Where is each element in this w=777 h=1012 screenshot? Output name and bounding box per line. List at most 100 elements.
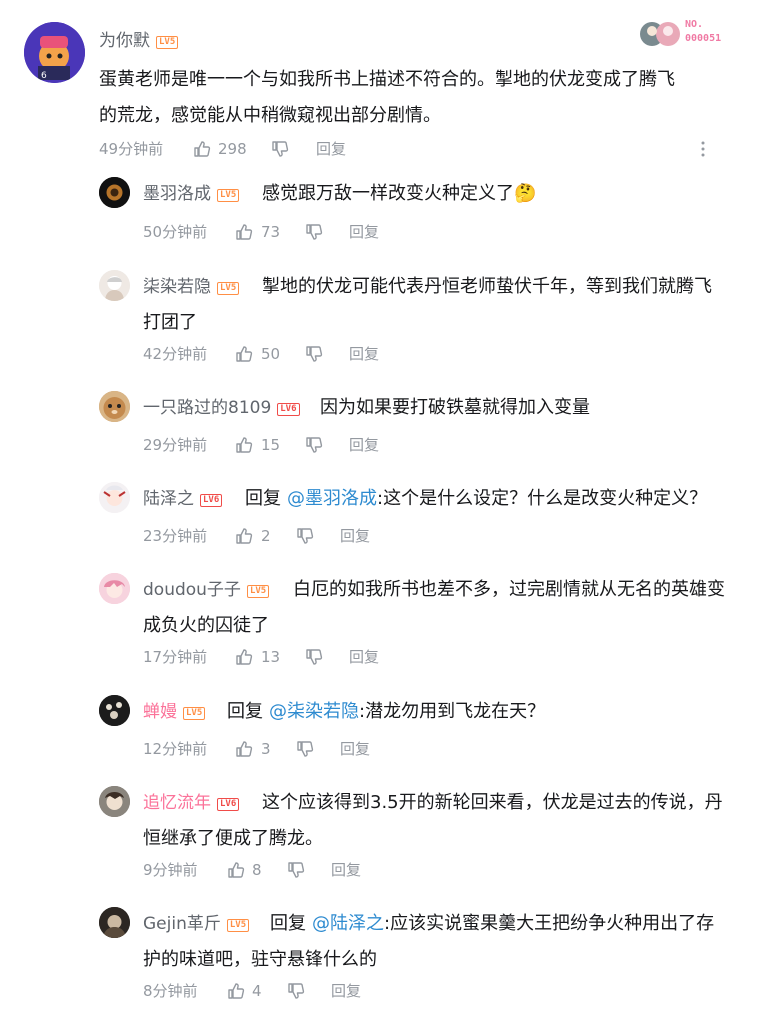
dislike-icon[interactable] [271, 140, 289, 158]
avatar[interactable] [99, 270, 130, 301]
reply-button[interactable]: 回复 [349, 343, 379, 365]
reply-button[interactable]: 回复 [340, 738, 370, 760]
reply-button[interactable]: 回复 [316, 138, 346, 160]
avatar-image [99, 177, 130, 208]
username-text[interactable]: 蝉嫚 [143, 702, 177, 722]
avatar[interactable] [99, 391, 130, 422]
fan-badge-number: 000051 [685, 33, 722, 44]
reply-text: 回复 @墨羽洛成:这个是什么设定？什么是改变火种定义？ [245, 481, 755, 517]
svg-text:6: 6 [41, 71, 47, 81]
comment-meta: 49分钟前 298 回复 [99, 138, 739, 160]
like-icon[interactable] [227, 861, 245, 879]
reply-username[interactable]: 墨羽洛成 LV5 [143, 183, 240, 205]
avatar[interactable] [99, 907, 130, 938]
dislike-icon[interactable] [296, 740, 314, 758]
dislike-icon[interactable] [287, 982, 305, 1000]
reply-button[interactable]: 回复 [331, 980, 361, 1002]
username-text[interactable]: 陆泽之 [143, 489, 194, 509]
reply-text-content: :应该实说蜜果羹大王把纷争火种用出了存 [384, 913, 715, 934]
reply-button[interactable]: 回复 [340, 525, 370, 547]
level-badge: LV5 [156, 36, 179, 49]
username-text[interactable]: 墨羽洛成 [143, 184, 211, 204]
like-icon[interactable] [235, 648, 253, 666]
like-icon[interactable] [235, 740, 253, 758]
dislike-icon[interactable] [296, 527, 314, 545]
avatar-image [99, 270, 130, 301]
reply-text-content: 因为如果要打破铁墓就得加入变量 [320, 397, 590, 418]
reply-text: 因为如果要打破铁墓就得加入变量 [320, 390, 750, 426]
username[interactable]: 为你默 LV5 [99, 30, 179, 52]
username-text[interactable]: 为你默 [99, 31, 150, 51]
like-icon[interactable] [235, 345, 253, 363]
like-icon[interactable] [235, 436, 253, 454]
reply-text: 白厄的如我所书也差不多，过完剧情就从无名的英雄变 成负火的囚徒了 [143, 572, 753, 644]
reply-text-line: 白厄的如我所书也差不多，过完剧情就从无名的英雄变 [293, 579, 725, 600]
reply-meta: 23分钟前 2 回复 [143, 525, 443, 547]
reply-text-line: 这个应该得到3.5开的新轮回来看，伏龙是过去的传说，丹 [262, 792, 723, 813]
like-icon[interactable] [227, 982, 245, 1000]
reply-text-content: 感觉跟万敌一样改变火种定义了🤔 [262, 183, 537, 204]
reply-username[interactable]: 一只路过的8109 LV6 [143, 397, 300, 419]
like-icon[interactable] [235, 527, 253, 545]
reply-text-content: :这个是什么设定？什么是改变火种定义？ [377, 488, 708, 509]
like-count: 50 [261, 345, 281, 363]
comment-text: 蛋黄老师是唯一一个与如我所书上描述不符合的。掣地的伏龙变成了腾飞 的荒龙，感觉能… [99, 62, 759, 134]
timestamp: 50分钟前 [143, 223, 208, 241]
avatar[interactable] [99, 786, 130, 817]
like-count: 73 [261, 223, 281, 241]
timestamp: 29分钟前 [143, 436, 208, 454]
reply-text-line: 护的味道吧，驻守悬锋什么的 [143, 949, 377, 970]
reply-text-line: 打团了 [143, 312, 197, 333]
avatar[interactable] [99, 482, 130, 513]
reply-meta: 9分钟前 8 回复 [143, 859, 443, 881]
reply-button[interactable]: 回复 [349, 646, 379, 668]
like-count: 298 [218, 140, 247, 158]
mention-link[interactable]: @柒染若隐 [269, 701, 359, 722]
dislike-icon[interactable] [305, 345, 323, 363]
level-badge: LV6 [200, 494, 223, 507]
dislike-icon[interactable] [287, 861, 305, 879]
like-count: 15 [261, 436, 281, 454]
reply-meta: 17分钟前 13 回复 [143, 646, 443, 668]
timestamp: 23分钟前 [143, 527, 208, 545]
reply-text-line: 掣地的伏龙可能代表丹恒老师蛰伏千年，等到我们就腾飞 [262, 276, 712, 297]
timestamp: 9分钟前 [143, 861, 198, 879]
timestamp: 49分钟前 [99, 140, 164, 158]
fan-badge-icon [640, 22, 680, 46]
comment-text-line: 的荒龙，感觉能从中稍微窥视出部分剧情。 [99, 105, 441, 126]
avatar[interactable]: 6 [24, 22, 85, 83]
dislike-icon[interactable] [305, 648, 323, 666]
like-icon[interactable] [193, 140, 211, 158]
timestamp: 42分钟前 [143, 345, 208, 363]
reply-text-content: :潜龙勿用到飞龙在天？ [359, 701, 546, 722]
level-badge: LV6 [277, 403, 300, 416]
level-badge: LV5 [217, 189, 240, 202]
reply-text-line: 回复 @陆泽之:应该实说蜜果羹大王把纷争火种用出了存 [143, 906, 753, 942]
reply-meta: 42分钟前 50 回复 [143, 343, 443, 365]
mention-link[interactable]: @墨羽洛成 [287, 488, 377, 509]
like-count: 8 [252, 861, 262, 879]
reply-text: 掣地的伏龙可能代表丹恒老师蛰伏千年，等到我们就腾飞 打团了 [143, 269, 753, 341]
like-icon[interactable] [235, 223, 253, 241]
reply-text-line: 成负火的囚徒了 [143, 615, 269, 636]
more-icon[interactable] [698, 140, 708, 158]
avatar-image [99, 786, 130, 817]
dislike-icon[interactable] [305, 436, 323, 454]
mention-link[interactable]: @陆泽之 [312, 913, 384, 934]
avatar[interactable] [99, 573, 130, 604]
reply-button[interactable]: 回复 [349, 221, 379, 243]
like-count: 3 [261, 740, 271, 758]
username-text[interactable]: 一只路过的8109 [143, 398, 271, 418]
avatar-image [99, 573, 130, 604]
reply-meta: 50分钟前 73 回复 [143, 221, 443, 243]
reply-username[interactable]: 陆泽之 LV6 [143, 488, 223, 510]
timestamp: 17分钟前 [143, 648, 208, 666]
dislike-icon[interactable] [305, 223, 323, 241]
reply-button[interactable]: 回复 [349, 434, 379, 456]
avatar[interactable] [99, 695, 130, 726]
fan-badge-label: NO. [685, 19, 704, 30]
reply-username[interactable]: 蝉嫚 LV5 [143, 701, 206, 723]
reply-button[interactable]: 回复 [331, 859, 361, 881]
comment-text-line: 蛋黄老师是唯一一个与如我所书上描述不符合的。掣地的伏龙变成了腾飞 [99, 69, 675, 90]
avatar[interactable] [99, 177, 130, 208]
